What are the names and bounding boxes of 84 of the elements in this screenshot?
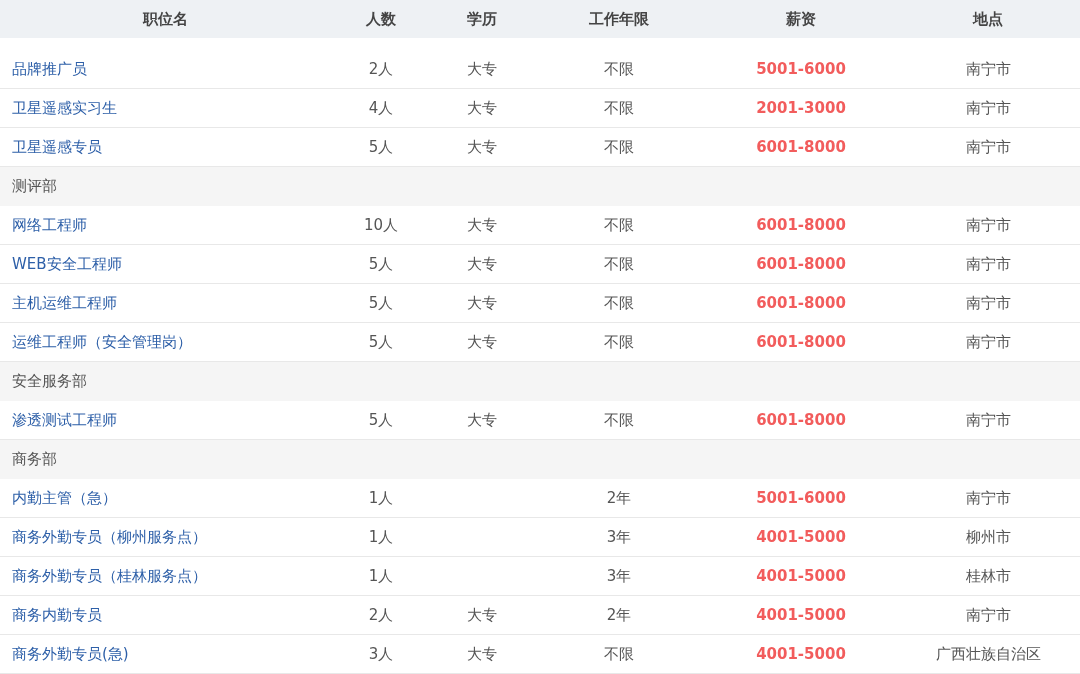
table-cell: 南宁市 bbox=[965, 216, 1011, 234]
table-cell: 南宁市 bbox=[965, 138, 1011, 156]
table-cell: 5人 bbox=[368, 294, 394, 312]
table-cell: 不限 bbox=[604, 138, 634, 156]
table-cell: 3年 bbox=[606, 528, 632, 546]
table-cell: 广西壮族自治区 bbox=[935, 645, 1041, 663]
job-title-link[interactable]: 商务内勤专员 bbox=[12, 606, 102, 624]
table-cell: 不限 bbox=[604, 255, 634, 273]
table-cell: 2年 bbox=[606, 606, 632, 624]
salary-cell: 4001-5000 bbox=[756, 645, 846, 663]
salary-cell: 6001-8000 bbox=[756, 216, 846, 234]
table-cell: 3年 bbox=[606, 567, 632, 585]
table-cell: 大专 bbox=[467, 606, 497, 624]
table-cell: 大专 bbox=[467, 216, 497, 234]
department-heading: 商务部 bbox=[12, 449, 57, 471]
table-cell: 大专 bbox=[467, 255, 497, 273]
table-cell: 大专 bbox=[467, 138, 497, 156]
job-title-link[interactable]: WEB安全工程师 bbox=[12, 255, 122, 273]
salary-cell: 6001-8000 bbox=[756, 333, 846, 351]
table-cell: 5人 bbox=[368, 255, 394, 273]
table-cell: 南宁市 bbox=[965, 606, 1011, 624]
job-title-link[interactable]: 商务外勤专员(急) bbox=[12, 645, 129, 663]
table-cell: 柳州市 bbox=[965, 528, 1011, 546]
table-cell: 不限 bbox=[604, 411, 634, 429]
table-cell: 大专 bbox=[467, 60, 497, 78]
table-cell: 桂林市 bbox=[965, 567, 1011, 585]
table-cell: 南宁市 bbox=[965, 294, 1011, 312]
table-cell: 不限 bbox=[604, 216, 634, 234]
table-cell: 不限 bbox=[604, 294, 634, 312]
table-cell: 南宁市 bbox=[965, 489, 1011, 507]
table-cell: 不限 bbox=[604, 333, 634, 351]
salary-cell: 6001-8000 bbox=[756, 138, 846, 156]
job-title-link[interactable]: 品牌推广员 bbox=[12, 60, 87, 78]
table-cell: 不限 bbox=[604, 60, 634, 78]
table-cell: 2年 bbox=[606, 489, 632, 507]
table-cell: 10人 bbox=[363, 216, 399, 234]
column-header: 职位名 bbox=[141, 8, 189, 30]
salary-cell: 2001-3000 bbox=[756, 99, 846, 117]
table-cell: 5人 bbox=[368, 138, 394, 156]
table-cell: 大专 bbox=[467, 333, 497, 351]
table-cell: 3人 bbox=[368, 645, 394, 663]
job-title-link[interactable]: 渗透测试工程师 bbox=[12, 411, 117, 429]
job-title-link[interactable]: 网络工程师 bbox=[12, 216, 87, 234]
salary-cell: 4001-5000 bbox=[756, 567, 846, 585]
table-cell: 不限 bbox=[604, 99, 634, 117]
salary-cell: 4001-5000 bbox=[756, 528, 846, 546]
column-header: 人数 bbox=[365, 8, 397, 30]
salary-cell: 5001-6000 bbox=[756, 60, 846, 78]
salary-cell: 6001-8000 bbox=[756, 294, 846, 312]
department-heading: 安全服务部 bbox=[12, 371, 87, 393]
job-title-link[interactable]: 卫星遥感实习生 bbox=[12, 99, 117, 117]
table-cell: 南宁市 bbox=[965, 411, 1011, 429]
job-title-link[interactable]: 内勤主管（急） bbox=[12, 489, 117, 507]
job-title-link[interactable]: 主机运维工程师 bbox=[12, 294, 117, 312]
table-cell: 5人 bbox=[368, 411, 394, 429]
salary-cell: 4001-5000 bbox=[756, 606, 846, 624]
job-title-link[interactable]: 商务外勤专员（柳州服务点） bbox=[12, 528, 207, 546]
table-cell: 大专 bbox=[467, 99, 497, 117]
table-cell: 1人 bbox=[368, 489, 394, 507]
table-cell: 南宁市 bbox=[965, 99, 1011, 117]
table-cell: 1人 bbox=[368, 567, 394, 585]
column-header: 地点 bbox=[971, 8, 1004, 30]
job-title-link[interactable]: 卫星遥感专员 bbox=[12, 138, 102, 156]
table-cell: 1人 bbox=[368, 528, 394, 546]
table-cell: 不限 bbox=[604, 645, 634, 663]
department-heading: 测评部 bbox=[12, 176, 57, 198]
table-cell: 大专 bbox=[467, 645, 497, 663]
salary-cell: 6001-8000 bbox=[756, 255, 846, 273]
table-cell: 5人 bbox=[368, 333, 394, 351]
table-cell: 南宁市 bbox=[965, 255, 1011, 273]
column-header: 工作年限 bbox=[588, 8, 650, 30]
job-title-link[interactable]: 运维工程师（安全管理岗） bbox=[12, 333, 192, 351]
table-cell: 4人 bbox=[368, 99, 394, 117]
column-header: 学历 bbox=[466, 8, 498, 30]
table-cell: 南宁市 bbox=[965, 60, 1011, 78]
table-cell: 大专 bbox=[467, 294, 497, 312]
salary-cell: 5001-6000 bbox=[756, 489, 846, 507]
table-cell: 2人 bbox=[368, 606, 394, 624]
table-cell: 大专 bbox=[467, 411, 497, 429]
table-cell: 2人 bbox=[368, 60, 394, 78]
column-header: 薪资 bbox=[785, 8, 817, 30]
salary-cell: 6001-8000 bbox=[756, 411, 846, 429]
job-title-link[interactable]: 商务外勤专员（桂林服务点） bbox=[12, 567, 207, 585]
table-cell: 南宁市 bbox=[965, 333, 1011, 351]
